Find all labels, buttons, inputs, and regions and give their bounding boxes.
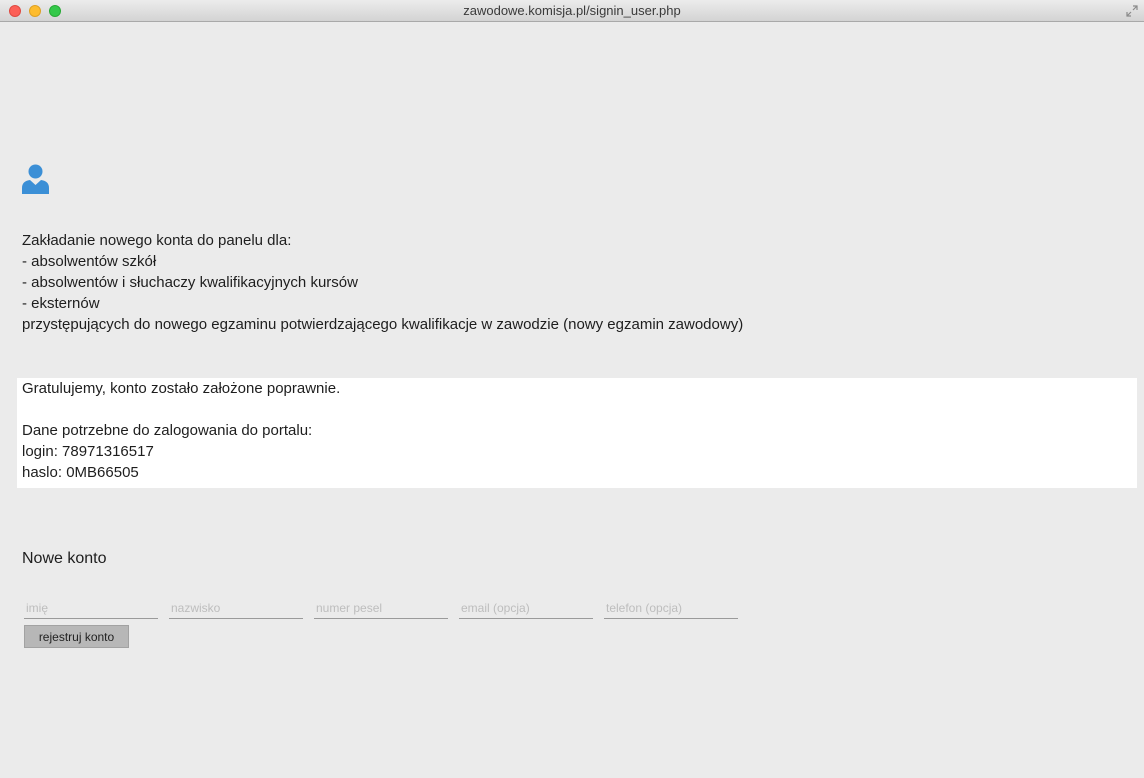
intro-text: Zakładanie nowego konta do panelu dla: -… [22, 230, 743, 335]
window-title: zawodowe.komisja.pl/signin_user.php [463, 3, 681, 18]
intro-heading: Zakładanie nowego konta do panelu dla: [22, 232, 292, 249]
intro-footer: przystępujących do nowego egzaminu potwi… [22, 316, 744, 333]
email-input[interactable] [459, 597, 593, 619]
intro-list-item: - eksternów [22, 295, 100, 312]
browser-window: zawodowe.komisja.pl/signin_user.php Zakł… [0, 0, 1144, 778]
password-value: haslo: 0MB66505 [22, 464, 139, 481]
register-account-button[interactable]: rejestruj konto [24, 625, 129, 648]
success-message-box: Gratulujemy, konto zostało założone popr… [17, 378, 1137, 488]
fullscreen-icon[interactable] [1126, 5, 1138, 17]
first-name-input[interactable] [24, 597, 158, 619]
success-message: Gratulujemy, konto zostało założone popr… [22, 380, 341, 397]
intro-list-item: - absolwentów i słuchaczy kwalifikacyjny… [22, 274, 358, 291]
intro-list-item: - absolwentów szkół [22, 253, 157, 270]
login-value: login: 78971316517 [22, 443, 154, 460]
title-bar: zawodowe.komisja.pl/signin_user.php [0, 0, 1144, 22]
phone-input[interactable] [604, 597, 738, 619]
page-content: Zakładanie nowego konta do panelu dla: -… [0, 22, 1144, 778]
last-name-input[interactable] [169, 597, 303, 619]
new-account-title: Nowe konto [22, 550, 107, 567]
pesel-input[interactable] [314, 597, 448, 619]
credentials-heading: Dane potrzebne do zalogowania do portalu… [22, 422, 313, 439]
user-icon [22, 164, 49, 194]
